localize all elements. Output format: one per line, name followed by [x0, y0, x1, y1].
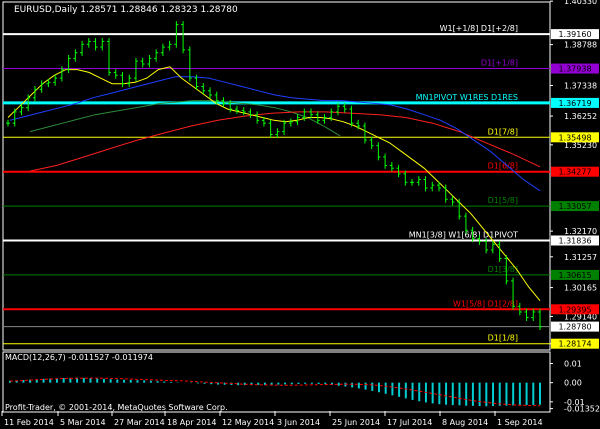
level-price-text: 1.35498 [558, 133, 591, 142]
macd-tick-label: -0.013520 [564, 405, 600, 414]
price-tick-label: 1.37338 [564, 81, 597, 90]
level-price-text: 1.37938 [558, 65, 591, 74]
macd-label: MACD(12,26,7) -0.011527 -0.011974 [5, 353, 153, 362]
time-tick-label: 18 Apr 2014 [167, 418, 216, 427]
price-tick-label: 1.40330 [564, 0, 597, 6]
level-label: D1[7/8] [488, 127, 518, 136]
level-label: D1[+1/8] [481, 59, 518, 68]
level-label: W1[5/8] D1[2/8] [453, 299, 518, 308]
price-tick-label: 1.31257 [564, 253, 597, 262]
time-tick-label: 1 Sep 2014 [497, 418, 543, 427]
level-price-text: 1.39160 [558, 30, 591, 39]
level-label: W1[+1/8] D1[+2/8] [440, 24, 518, 33]
price-tick-label: 1.38788 [564, 41, 597, 50]
current-price-text: 1.28780 [558, 323, 591, 332]
level-label: MN1[3/8] W1[6/8] D1PIVOT [409, 230, 518, 239]
level-price-text: 1.34277 [558, 168, 591, 177]
time-tick-label: 8 Aug 2014 [442, 418, 488, 427]
price-tick-label: 1.36252 [564, 112, 597, 121]
level-price-text: 1.28174 [558, 340, 591, 349]
time-tick-label: 25 Jun 2014 [332, 418, 380, 427]
chart-title: EURUSD,Daily 1.28571 1.28846 1.28323 1.2… [14, 5, 238, 15]
level-label: D1[6/8] [488, 162, 518, 171]
level-label: MN1PIVOT W1RES D1RES [416, 93, 518, 102]
time-tick-label: 17 Jul 2014 [387, 418, 432, 427]
level-price-text: 1.30615 [558, 271, 591, 280]
copyright-text: Profit-Trader, © 2001-2014, MetaQuotes S… [5, 403, 228, 412]
level-price-text: 1.33057 [558, 202, 591, 211]
price-tick-label: 1.30165 [564, 284, 597, 293]
macd-tick-label: 0.01 [564, 360, 582, 369]
macd-tick-label: 0.00 [564, 379, 582, 388]
level-label: D1[1/8] [488, 334, 518, 343]
time-tick-label: 27 Mar 2014 [114, 418, 165, 427]
time-tick-label: 5 Mar 2014 [60, 418, 106, 427]
time-tick-label: 3 Jun 2014 [277, 418, 320, 427]
level-price-text: 1.31836 [558, 236, 591, 245]
price-chart[interactable]: W1[+1/8] D1[+2/8] D1[+1/8] MN1PIVOT W1RES … [0, 0, 600, 429]
time-tick-label: 11 Feb 2014 [4, 418, 54, 427]
level-price-text: 1.29395 [558, 305, 591, 314]
level-price-text: 1.36719 [558, 99, 591, 108]
level-label: D1[5/8] [488, 196, 518, 205]
time-tick-label: 12 May 2014 [222, 418, 274, 427]
price-tick-label: 1.32170 [564, 227, 597, 236]
